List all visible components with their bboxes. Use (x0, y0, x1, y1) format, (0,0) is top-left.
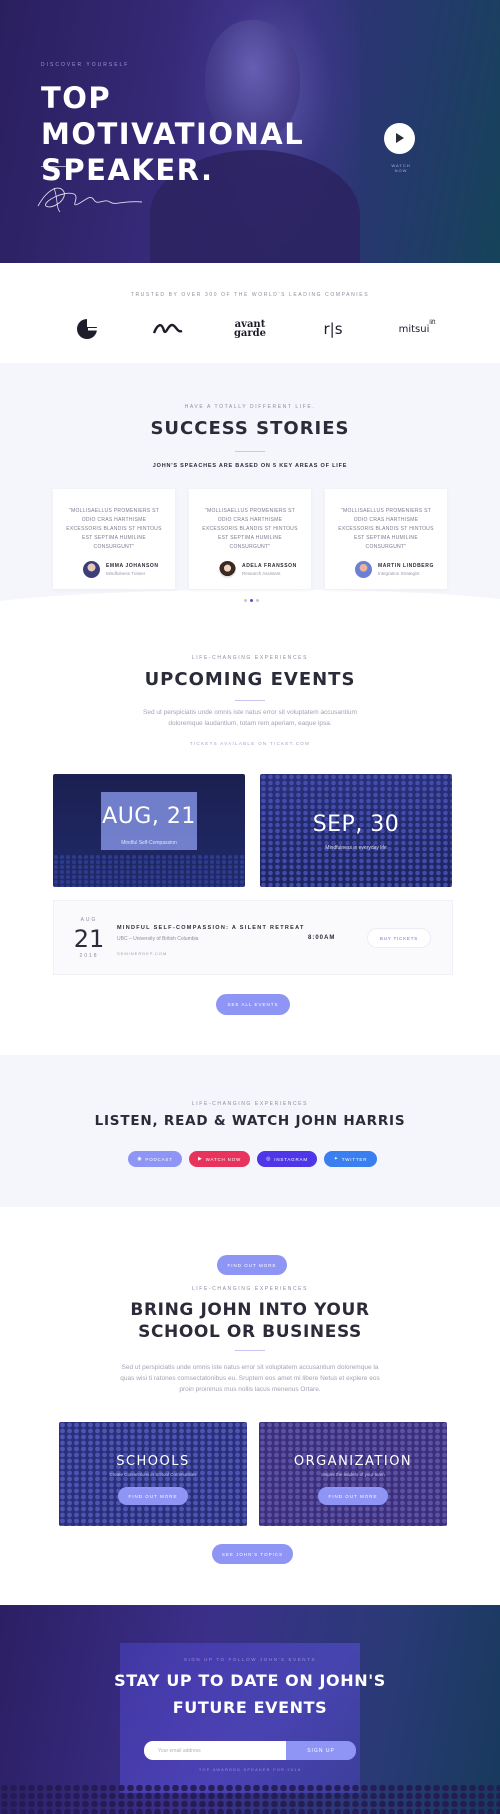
listen-title: LISTEN, READ & WATCH JOHN HARRIS (94, 1113, 406, 1129)
play-video-button[interactable] (384, 123, 415, 154)
event-year: 2018 (79, 953, 99, 959)
bring-description: Sed ut perspiciatis unde omnis iste natu… (120, 1364, 380, 1393)
success-stories-section: HAVE A TOTALLY DIFFERENT LIFE. SUCCESS S… (0, 363, 500, 613)
event-title: MINDFUL SELF-COMPASSION: A SILENT RETREA… (117, 925, 305, 931)
email-field[interactable] (144, 1741, 288, 1760)
schools-subtitle: Create Connections in School Communities (109, 1472, 197, 1477)
newsletter-section: SIGN UP TO FOLLOW JOHN'S EVENTS STAY UP … (0, 1605, 500, 1814)
tickets-note: TICKETS AVAILABLE ON TICKET.COM (189, 741, 311, 746)
events-title: UPCOMING EVENTS (144, 669, 356, 690)
testimonial-card: "MOLLISAELLUS PROMENIERS ST ODIO CRAS HA… (325, 489, 447, 589)
event-time: 8:00AM (308, 935, 336, 941)
event-photo (53, 774, 245, 887)
bring-john-section: FIND OUT MORE LIFE-CHANGING EXPERIENCES … (0, 1207, 500, 1605)
youtube-icon: ▶ (197, 1156, 203, 1162)
organization-card[interactable]: ORGANIZATION Inspire the leaders of your… (259, 1422, 447, 1526)
avatar (83, 561, 100, 578)
signature-icon (37, 187, 143, 213)
see-all-events-button[interactable]: SEE ALL EVENTS (216, 994, 290, 1015)
stories-eyebrow: HAVE A TOTALLY DIFFERENT LIFE. (184, 404, 316, 410)
events-divider (235, 700, 265, 701)
schools-card[interactable]: SCHOOLS Create Connections in School Com… (59, 1422, 247, 1526)
buy-tickets-button[interactable]: BUY TICKETS (367, 928, 431, 948)
event-caption: Mindfulness in everyday life (325, 845, 387, 851)
testimonial-role: Research Assistant (242, 571, 281, 576)
find-out-more-button[interactable]: FIND OUT MORE (217, 1255, 287, 1275)
event-link[interactable]: SEMINERDEP.COM (117, 951, 167, 956)
twitter-icon: ✦ (333, 1156, 339, 1162)
mitsui-logo: mitsui lift (398, 320, 436, 335)
event-month: AUG (80, 917, 98, 923)
testimonial-card: "MOLLISAELLUS PROMENIERS ST ODIO CRAS HA… (53, 489, 175, 589)
events-eyebrow: LIFE-CHANGING EXPERIENCES (191, 655, 309, 661)
event-list-item: AUG 21 2018 MINDFUL SELF-COMPASSION: A S… (53, 900, 453, 975)
twitter-button[interactable]: ✦ TWITTER (324, 1151, 377, 1167)
listen-read-watch-section: LIFE-CHANGING EXPERIENCES LISTEN, READ &… (0, 1055, 500, 1207)
event-caption: Mindful Self-Compassion (121, 840, 177, 846)
instagram-button[interactable]: ◎ INSTAGRAM (257, 1151, 317, 1167)
hero-title: TOP MOTIVATIONAL SPEAKER. (41, 81, 305, 187)
hero-divider (41, 166, 71, 167)
play-icon (396, 133, 404, 143)
avatar (219, 561, 236, 578)
event-date: SEP, 30 (312, 812, 400, 837)
schools-title: SCHOOLS (116, 1454, 190, 1469)
testimonial-role: Integration Strategist (378, 571, 420, 576)
event-day: 21 (73, 925, 105, 953)
instagram-icon: ◎ (266, 1156, 272, 1162)
testimonial-quote: "MOLLISAELLUS PROMENIERS ST ODIO CRAS HA… (66, 508, 162, 550)
newsletter-eyebrow: SIGN UP TO FOLLOW JOHN'S EVENTS (183, 1657, 317, 1662)
newsletter-title: STAY UP TO DATE ON JOHN'S FUTURE EVENTS (114, 1671, 386, 1717)
rs-logo: r|s (323, 320, 343, 338)
see-johns-topics-button[interactable]: SEE JOHN'S TOPICS (212, 1544, 293, 1564)
podcast-icon: ◉ (137, 1156, 143, 1162)
event-venue: UBC – University of British Columbia (117, 936, 199, 942)
testimonial-card: "MOLLISAELLUS PROMENIERS ST ODIO CRAS HA… (189, 489, 311, 589)
organization-subtitle: Inspire the leaders of your team (321, 1472, 385, 1477)
e-logo-icon (72, 314, 102, 344)
testimonial-role: Mindfulness Trainer (106, 571, 146, 576)
carousel-dot[interactable] (256, 599, 259, 602)
avatar (355, 561, 372, 578)
audience-silhouette (0, 1785, 500, 1814)
event-date: AUG, 21 (102, 804, 196, 829)
organization-title: ORGANIZATION (293, 1454, 413, 1469)
sign-up-button[interactable]: SIGN UP (286, 1741, 356, 1760)
stories-subtitle: JOHN'S SPEACHES ARE BASED ON 5 KEY AREAS… (152, 463, 348, 469)
bring-divider (235, 1350, 265, 1351)
testimonial-name: MARTIN LINDBERG (378, 563, 434, 569)
carousel-dots (244, 599, 259, 602)
trusted-text: TRUSTED BY OVER 300 OF THE WORLD'S LEADI… (130, 292, 370, 298)
stories-title: SUCCESS STORIES (150, 418, 350, 439)
trusted-logos-section: TRUSTED BY OVER 300 OF THE WORLD'S LEADI… (0, 263, 500, 363)
events-description: Sed ut perspiciatis unde omnis iste natu… (143, 709, 357, 727)
schools-find-out-more-button[interactable]: FIND OUT MORE (118, 1487, 188, 1505)
watch-now-label: WATCH NOW (391, 163, 411, 173)
upcoming-events-section: LIFE-CHANGING EXPERIENCES UPCOMING EVENT… (0, 603, 500, 1055)
bring-eyebrow: LIFE-CHANGING EXPERIENCES (191, 1286, 309, 1292)
stories-divider (235, 451, 265, 452)
newsletter-note: TOP AWARDED SPEAKER FOR 2018 (198, 1767, 302, 1772)
testimonial-quote: "MOLLISAELLUS PROMENIERS ST ODIO CRAS HA… (338, 508, 434, 550)
avant-garde-logo: avant garde (233, 319, 267, 339)
event-card-sep[interactable]: SEP, 30 Mindfulness in everyday life (260, 774, 452, 887)
event-card-aug[interactable]: AUG, 21 Mindful Self-Compassion (53, 774, 245, 887)
listen-eyebrow: LIFE-CHANGING EXPERIENCES (191, 1101, 309, 1107)
carousel-dot-active[interactable] (250, 599, 253, 602)
testimonial-name: ADELA FRANSSON (242, 563, 297, 569)
testimonial-quote: "MOLLISAELLUS PROMENIERS ST ODIO CRAS HA… (202, 508, 298, 550)
wave-logo-icon (150, 314, 186, 344)
organization-find-out-more-button[interactable]: FIND OUT MORE (318, 1487, 388, 1505)
bring-title: BRING JOHN INTO YOUR SCHOOL OR BUSINESS (130, 1300, 370, 1342)
watch-now-button[interactable]: ▶ WATCH NOW (189, 1151, 250, 1167)
testimonial-name: EMMA JOHANSON (106, 563, 159, 569)
hero-eyebrow: DISCOVER YOURSELF (41, 62, 130, 68)
carousel-dot[interactable] (244, 599, 247, 602)
podcast-button[interactable]: ◉ PODCAST (128, 1151, 182, 1167)
hero-section: DISCOVER YOURSELF TOP MOTIVATIONAL SPEAK… (0, 0, 500, 263)
